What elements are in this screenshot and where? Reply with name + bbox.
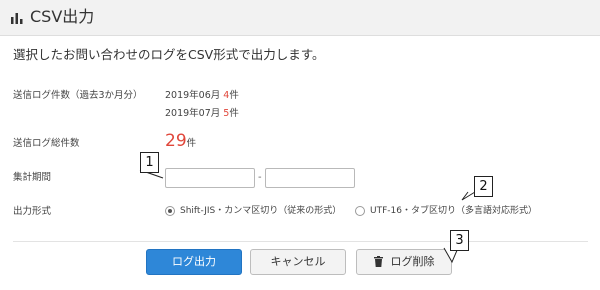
dialog-header: CSV出力 [0, 0, 600, 36]
total-logs-count: 29 [165, 131, 187, 151]
divider [13, 241, 588, 242]
callout-pointers [139, 168, 476, 264]
callout-1: 1 [140, 152, 159, 173]
callout-3: 3 [450, 230, 469, 251]
format-radio-utf16[interactable] [355, 206, 365, 216]
cancel-button[interactable]: キャンセル [250, 249, 346, 275]
period-separator: - [258, 172, 262, 183]
total-logs-label: 送信ログ総件数 [13, 138, 80, 149]
sent-log-entry: 2019年07月 5件 [165, 108, 239, 119]
bar-chart-icon [11, 13, 23, 24]
export-log-button[interactable]: ログ出力 [146, 249, 242, 275]
period-label: 集計期間 [13, 172, 52, 183]
format-option-shiftjis-label[interactable]: Shift-JIS・カンマ区切り（従来の形式） [180, 205, 341, 217]
sent-logs-label: 送信ログ件数（過去3か月分） [13, 90, 143, 101]
format-radio-shiftjis[interactable] [165, 206, 175, 216]
delete-log-button-label: ログ削除 [390, 255, 435, 268]
dialog-title: CSV出力 [30, 7, 95, 26]
format-option-utf16-label[interactable]: UTF-16・タブ区切り（多言語対応形式） [370, 205, 537, 217]
description-text: 選択したお問い合わせのログをCSV形式で出力します。 [13, 47, 325, 62]
sent-log-entry: 2019年06月 4件 [165, 90, 239, 101]
delete-log-button[interactable]: ログ削除 [356, 249, 452, 275]
callout-2: 2 [474, 176, 493, 197]
period-start-input[interactable] [165, 168, 255, 188]
trash-icon [373, 255, 383, 267]
format-label: 出力形式 [13, 206, 52, 217]
period-end-input[interactable] [265, 168, 355, 188]
total-logs-value: 29件 [165, 131, 197, 151]
